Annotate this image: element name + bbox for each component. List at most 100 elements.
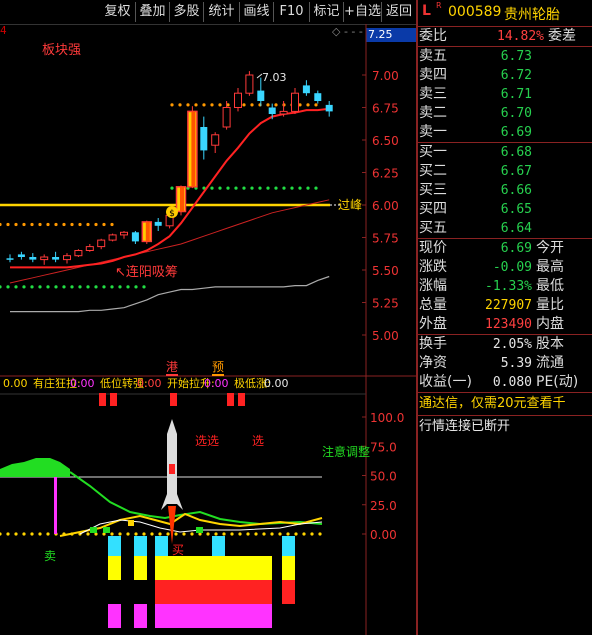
multi-stock-button[interactable]: 多股	[170, 2, 204, 22]
ind-y-tick-label: 25.0	[370, 499, 397, 513]
ma-red-line	[10, 107, 330, 269]
stock-code[interactable]: 000589	[448, 4, 501, 20]
ad-message[interactable]: 通达信，仅需20元查看千	[418, 393, 592, 416]
y-tick-label: 6.25	[372, 167, 399, 181]
rocket-flame-icon	[168, 506, 176, 544]
stat-row-value: 123490	[485, 317, 532, 332]
zero-level-dot	[238, 532, 242, 536]
green-indicator-line	[69, 471, 323, 526]
candle-down	[268, 107, 276, 114]
stats-block: 现价 6.69 今开 涨跌 -0.09 最高 涨幅 -1.33% 最低 总量 227907 量比 外盘 1…	[418, 239, 592, 335]
board-strong-label: 板块强	[42, 43, 81, 58]
candle-down	[131, 232, 139, 242]
orange-low-level-dot	[46, 222, 50, 227]
orange-low-level-dot	[14, 222, 18, 227]
draw-line-button[interactable]: 画线	[240, 2, 274, 22]
candle-down	[52, 257, 60, 260]
green-area	[0, 458, 70, 477]
kline-chart[interactable]: 7.00 6.75 6.50 6.25 6.00 5.75 5.50 5.25 5.00 过峰 板块…	[0, 24, 416, 635]
buy-row: 买五 6.64	[418, 219, 592, 238]
zero-level-dot	[30, 532, 34, 536]
red-top-marker	[170, 393, 177, 406]
green-low-support-dot	[0, 285, 2, 289]
candle-down	[314, 93, 322, 101]
xuan-label-1: 选选	[195, 434, 219, 448]
red-top-marker	[238, 393, 245, 406]
zero-level-dot	[206, 532, 210, 536]
signal-block	[282, 536, 295, 556]
ind-y-tick-label: 75.0	[370, 440, 397, 454]
sell-row-label: 卖四	[419, 67, 447, 83]
y-tick-label: 6.75	[372, 102, 399, 116]
add-watchlist-button[interactable]: +自选	[344, 2, 382, 22]
orange-low-level-dot	[86, 222, 90, 227]
signal-block	[155, 556, 272, 580]
orange-low-level-dot	[38, 222, 42, 227]
zero-level-dot	[46, 532, 50, 536]
moneybag-symbol: $	[169, 209, 175, 219]
stat-row: 现价 6.69 今开	[418, 239, 592, 258]
signal-block	[134, 604, 147, 628]
zero-level-dot	[126, 532, 130, 536]
rocket-stripe	[169, 464, 175, 474]
green-low-support-dot	[30, 285, 34, 289]
orange-low-level-dot	[0, 222, 2, 227]
candle-up	[222, 107, 231, 128]
zero-level-dot	[246, 532, 250, 536]
orange-level-dot	[170, 103, 174, 107]
sell-row-label: 卖三	[419, 86, 447, 102]
candle-up	[291, 92, 299, 112]
green-support-dot	[170, 186, 174, 190]
mark-button[interactable]: 标记	[310, 2, 344, 22]
back-button[interactable]: 返回	[382, 2, 416, 22]
buy-row-label: 买一	[419, 144, 447, 160]
stat-row: 外盘 123490 内盘	[418, 315, 592, 334]
stock-name[interactable]: 贵州轮胎	[504, 4, 560, 24]
green-support-dot	[306, 186, 310, 190]
green-support-dot	[266, 186, 270, 190]
stat-row-sub: 最低	[536, 278, 564, 294]
overlay-button[interactable]: 叠加	[136, 2, 170, 22]
green-low-support-dot	[118, 285, 122, 289]
buy-row-value: 6.64	[500, 221, 532, 236]
candle-up	[63, 255, 71, 261]
fuquan-button[interactable]: 复权	[100, 2, 136, 22]
signal-block	[212, 536, 225, 556]
yellow-indicator-line	[59, 512, 323, 537]
candle-up	[211, 134, 220, 146]
orange-low-level-dot	[22, 222, 26, 227]
indicator-header-item: 0.00	[70, 377, 95, 390]
zero-level-dot	[310, 532, 314, 536]
zero-level-dot	[14, 532, 18, 536]
green-support-dot	[242, 186, 246, 190]
stat-row-value: 227907	[485, 298, 532, 313]
green-low-support-dot	[102, 285, 106, 289]
green-low-support-dot	[62, 285, 66, 289]
orange-low-level-dot	[102, 222, 106, 227]
sell-row-value: 6.73	[500, 49, 532, 64]
zero-level-dot	[174, 532, 178, 536]
f10-button[interactable]: F10	[274, 2, 310, 22]
l-mark: L	[422, 3, 431, 19]
candle-up	[245, 74, 254, 94]
candle-down	[154, 221, 162, 226]
buy-row-label: 买二	[419, 163, 447, 179]
candle-up	[40, 256, 49, 261]
y-tick-label: 5.75	[372, 232, 399, 246]
green-support-dot	[314, 186, 318, 190]
candle-down	[325, 104, 333, 112]
zero-level-dot	[230, 532, 234, 536]
statistics-button[interactable]: 统计	[204, 2, 240, 22]
zero-level-dot	[262, 532, 266, 536]
green-low-support-dot	[86, 285, 90, 289]
sell-row-label: 卖五	[419, 48, 447, 64]
green-support-dot	[274, 186, 278, 190]
orange-low-level-dot	[78, 222, 82, 227]
stat-row: 涨跌 -0.09 最高	[418, 258, 592, 277]
sell-row-value: 6.70	[500, 106, 532, 121]
orange-level-dot	[242, 103, 246, 107]
buy-row-value: 6.68	[500, 145, 532, 160]
r-mark: R	[436, 1, 442, 10]
zero-level-dot	[222, 532, 226, 536]
orange-level-dot	[266, 103, 270, 107]
